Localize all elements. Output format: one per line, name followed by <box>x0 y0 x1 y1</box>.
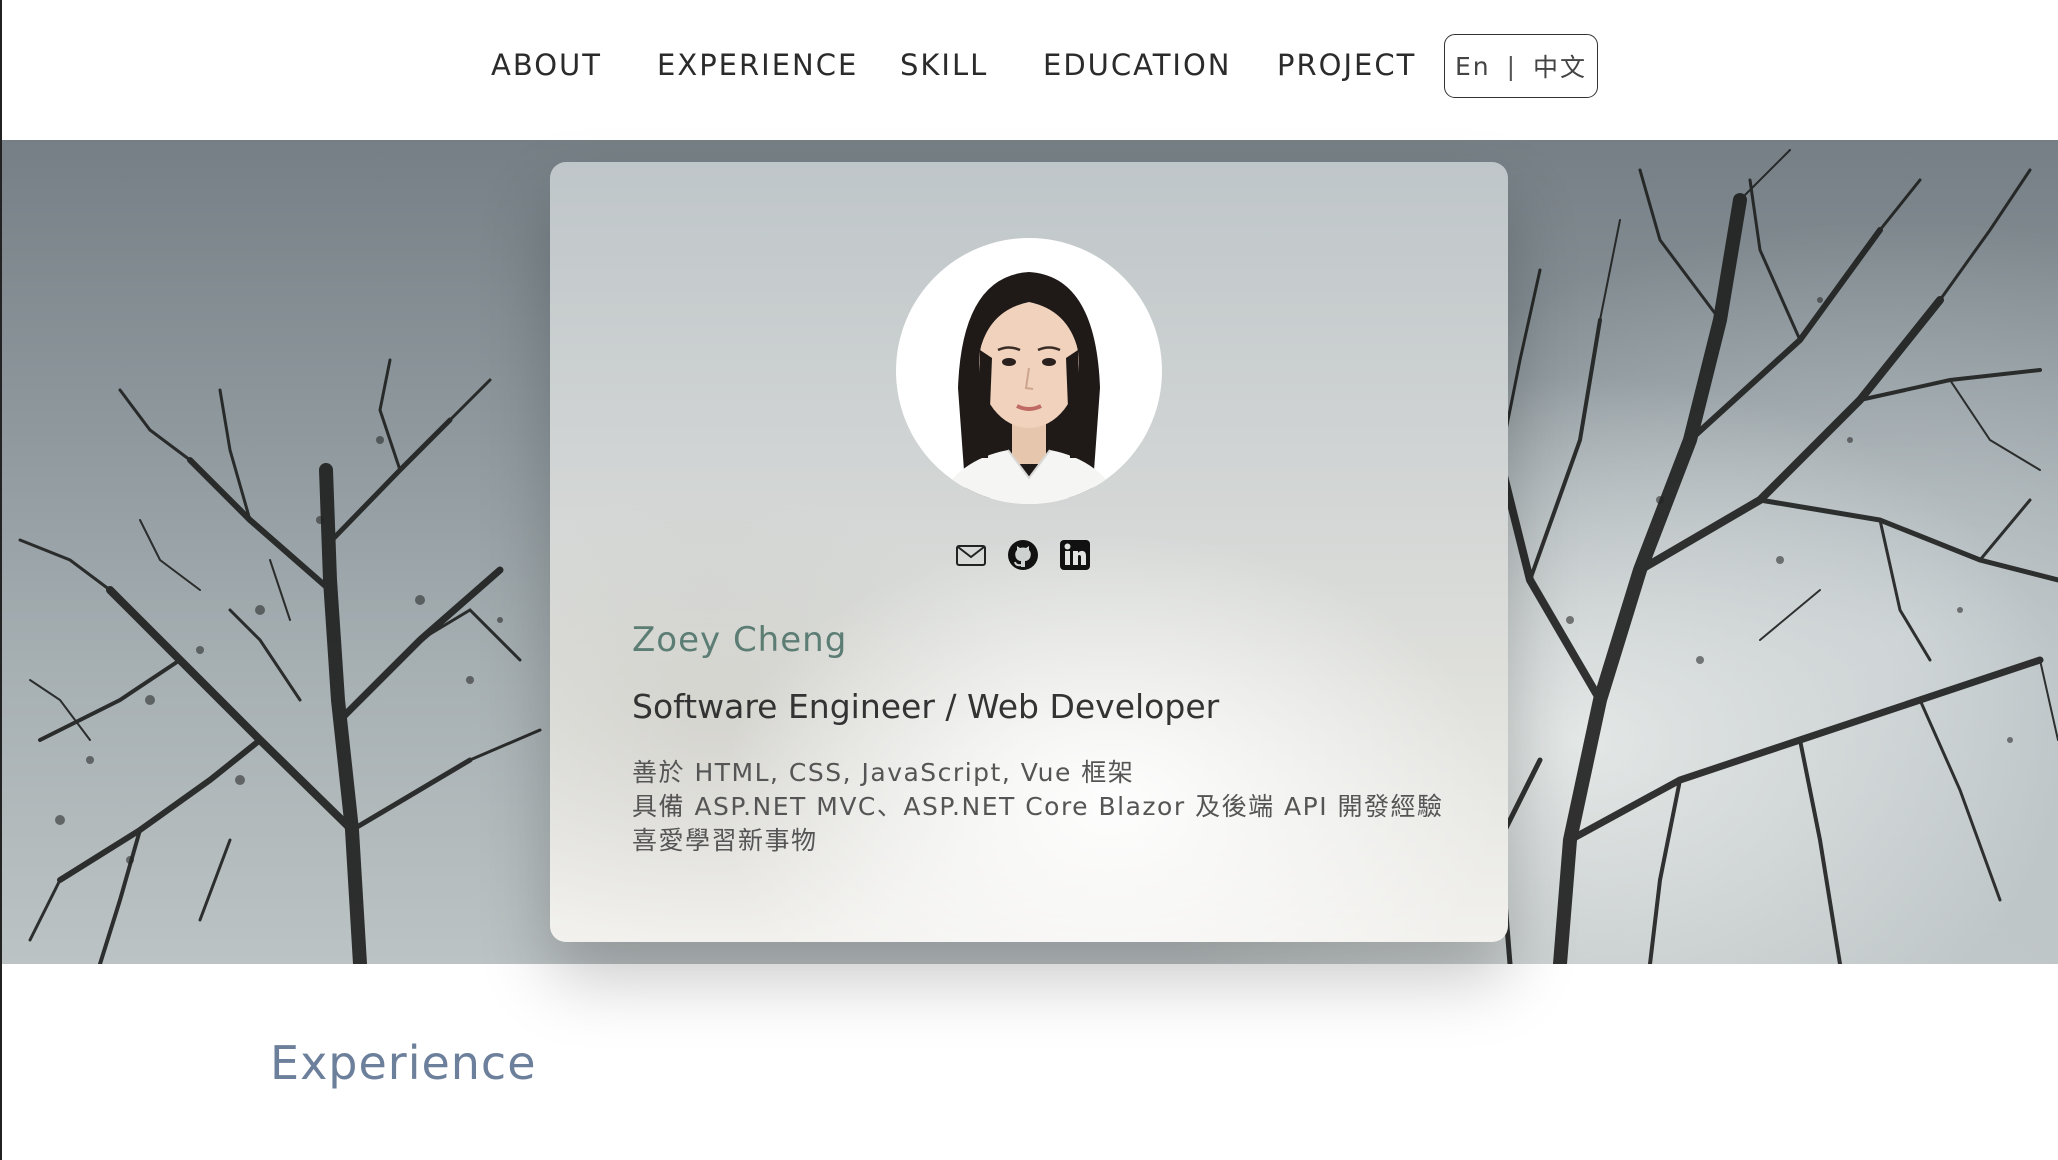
linkedin-icon[interactable] <box>1058 538 1092 572</box>
avatar <box>896 238 1162 504</box>
profile-name: Zoey Cheng <box>632 620 848 660</box>
nav-item-education[interactable]: EDUCATION <box>1043 48 1232 82</box>
nav-item-skill[interactable]: SKILL <box>900 48 988 82</box>
bio-line: 善於 HTML, CSS, JavaScript, Vue 框架 <box>632 758 1135 787</box>
nav-item-project[interactable]: PROJECT <box>1277 48 1416 82</box>
window-edge <box>0 0 2 1160</box>
language-toggle[interactable]: En | 中文 <box>1444 34 1598 98</box>
lang-separator: | <box>1506 51 1518 81</box>
lang-zh-option[interactable]: 中文 <box>1533 48 1587 84</box>
profile-bio: 善於 HTML, CSS, JavaScript, Vue 框架 具備 ASP.… <box>632 756 1444 858</box>
bio-line: 具備 ASP.NET MVC、ASP.NET Core Blazor 及後端 A… <box>632 792 1444 821</box>
social-links <box>954 538 1092 572</box>
section-title-experience: Experience <box>270 1036 537 1090</box>
top-navbar: ABOUT EXPERIENCE SKILL EDUCATION PROJECT… <box>0 0 2058 140</box>
profile-card: Zoey Cheng Software Engineer / Web Devel… <box>550 162 1508 942</box>
nav-item-about[interactable]: ABOUT <box>491 48 602 82</box>
nav-item-experience[interactable]: EXPERIENCE <box>657 48 858 82</box>
bio-line: 喜愛學習新事物 <box>632 826 818 855</box>
lang-en-option[interactable]: En <box>1455 52 1491 81</box>
github-icon[interactable] <box>1006 538 1040 572</box>
profile-role: Software Engineer / Web Developer <box>632 687 1220 726</box>
mail-icon[interactable] <box>954 538 988 572</box>
